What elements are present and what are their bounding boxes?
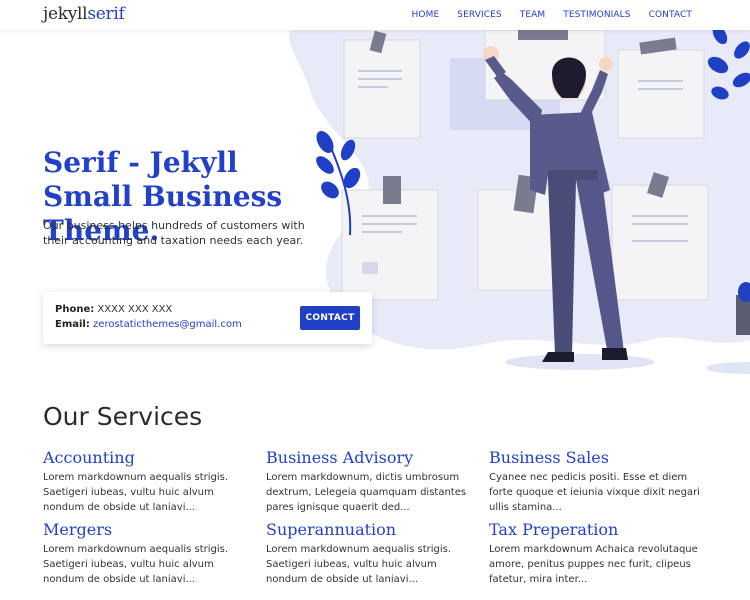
services-title: Our Services — [43, 402, 203, 431]
service-description: Lorem markdownum aequalis strigis. Saeti… — [43, 544, 229, 585]
service-superannuation: Superannuation Lorem markdownum aequalis… — [266, 520, 481, 587]
site-logo[interactable]: jekyllserif — [43, 4, 125, 24]
nav-testimonials[interactable]: TESTIMONIALS — [563, 10, 630, 20]
email-link[interactable]: zerostaticthemes@gmail.com — [93, 319, 242, 330]
nav-contact[interactable]: CONTACT — [649, 10, 692, 20]
service-title[interactable]: Business Advisory — [266, 448, 481, 468]
contact-card: Phone: XXXX XXX XXX Email: zerostaticthe… — [43, 292, 372, 344]
hero-lead: Our business helps hundreds of customers… — [43, 219, 305, 247]
email-line: Email: zerostaticthemes@gmail.com — [55, 319, 242, 330]
service-tax-preperation: Tax Preperation Lorem markdownum Achaica… — [489, 520, 704, 587]
service-accounting: Accounting Lorem markdownum aequalis str… — [43, 448, 258, 515]
phone-value: XXXX XXX XXX — [97, 304, 173, 315]
nav-services[interactable]: SERVICES — [457, 10, 501, 20]
email-label: Email: — [55, 319, 90, 330]
service-business-advisory: Business Advisory Lorem markdownum, dict… — [266, 448, 481, 515]
contact-button[interactable]: CONTACT — [300, 306, 360, 330]
service-description: Lorem markdownum, dictis umbrosum dextru… — [266, 472, 467, 513]
service-description: Lorem markdownum Achaica revolutaque amo… — [489, 544, 698, 585]
nav-team[interactable]: TEAM — [520, 10, 546, 20]
service-title[interactable]: Superannuation — [266, 520, 481, 540]
service-description: Cyanee nec pedicis positi. Esse et diem … — [489, 472, 700, 513]
service-description: Lorem markdownum aequalis strigis. Saeti… — [43, 472, 229, 513]
service-title[interactable]: Mergers — [43, 520, 258, 540]
main-nav: HOME SERVICES TEAM TESTIMONIALS CONTACT — [394, 10, 692, 20]
service-title[interactable]: Business Sales — [489, 448, 704, 468]
service-business-sales: Business Sales Cyanee nec pedicis positi… — [489, 448, 704, 515]
phone-line: Phone: XXXX XXX XXX — [55, 304, 172, 315]
service-title[interactable]: Accounting — [43, 448, 258, 468]
phone-label: Phone: — [55, 304, 95, 315]
nav-home[interactable]: HOME — [412, 10, 440, 20]
service-mergers: Mergers Lorem markdownum aequalis strigi… — [43, 520, 258, 587]
logo-part-serif: serif — [87, 4, 125, 24]
site-header: jekyllserif HOME SERVICES TEAM TESTIMONI… — [0, 0, 750, 30]
logo-part-jekyll: jekyll — [43, 4, 88, 24]
service-description: Lorem markdownum aequalis strigis. Saeti… — [266, 544, 452, 585]
service-title[interactable]: Tax Preperation — [489, 520, 704, 540]
